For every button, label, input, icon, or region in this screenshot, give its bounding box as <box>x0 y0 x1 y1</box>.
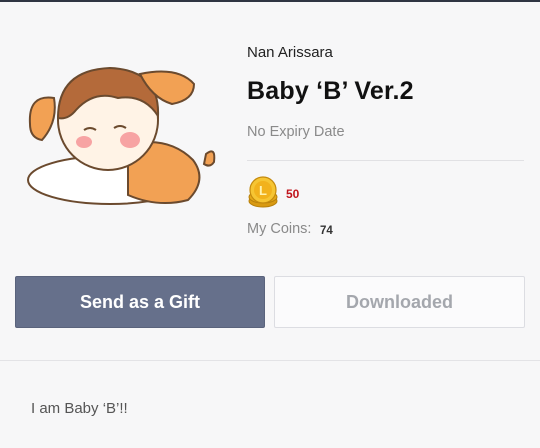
svg-text:L: L <box>259 183 267 198</box>
creator-name[interactable]: Nan Arissara <box>247 44 333 61</box>
my-coins-label: My Coins: <box>247 221 312 237</box>
expiry-text: No Expiry Date <box>247 124 345 140</box>
sticker-thumbnail <box>27 66 216 205</box>
price-value: 50 <box>286 187 300 201</box>
info-separator <box>247 160 524 161</box>
downloaded-button[interactable]: Downloaded <box>274 276 525 328</box>
top-bar <box>0 0 540 2</box>
sticker-title: Baby ‘B’ Ver.2 <box>247 77 414 105</box>
my-coins-value: 74 <box>320 225 333 237</box>
section-divider <box>0 360 540 361</box>
gold-coin-icon: L <box>248 176 278 208</box>
sticker-description: I am Baby ‘B’!! <box>31 400 128 417</box>
send-gift-button[interactable]: Send as a Gift <box>15 276 265 328</box>
